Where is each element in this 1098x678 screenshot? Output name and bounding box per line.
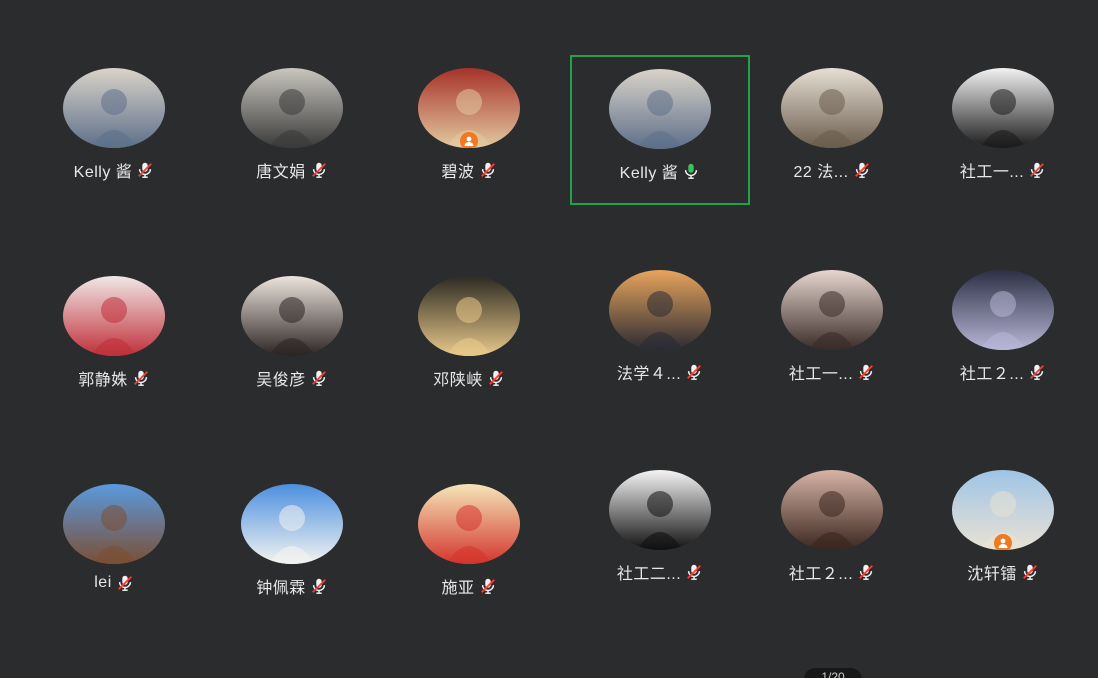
microphone-muted-icon	[857, 363, 875, 381]
microphone-muted-icon	[853, 161, 871, 179]
microphone-muted-icon	[310, 577, 328, 595]
participant-name-row: 法学４...	[617, 360, 703, 384]
participant-avatar	[781, 68, 883, 148]
participant-avatar	[609, 270, 711, 350]
participant-avatar	[241, 276, 343, 356]
participant-name-row: 施亚	[441, 574, 496, 598]
participant-name-row: 社工一...	[960, 158, 1046, 182]
participant-name: 社工２...	[788, 566, 854, 583]
participant-tile[interactable]: 郭静姝	[26, 276, 202, 390]
participant-name-row: 社工一...	[789, 360, 875, 384]
participant-avatar	[63, 68, 165, 148]
microphone-muted-icon	[857, 563, 875, 581]
participant-avatar	[781, 470, 883, 550]
participant-name: 社工一...	[788, 366, 854, 383]
page-indicator-label: 1/20	[821, 670, 845, 678]
participant-tile[interactable]: Kelly 酱	[26, 68, 202, 182]
participant-tile[interactable]: 社工２...	[744, 470, 920, 584]
participant-avatar	[241, 484, 343, 564]
microphone-muted-icon	[116, 574, 134, 592]
participant-name: 社工二...	[616, 566, 682, 583]
participant-tile[interactable]: 碧波	[381, 68, 557, 182]
participant-tile[interactable]: 吴俊彦	[204, 276, 380, 390]
participant-name-row: 郭静姝	[78, 366, 150, 390]
participant-name-row: lei	[94, 574, 134, 592]
participant-name-row: 唐文娟	[256, 158, 328, 182]
participant-tile[interactable]: 法学４...	[572, 270, 748, 384]
participant-name: 社工２...	[959, 366, 1025, 383]
participant-tile[interactable]: lei	[26, 484, 202, 592]
participant-name: 施亚	[441, 580, 475, 597]
microphone-muted-icon	[685, 563, 703, 581]
participant-name: Kelly 酱	[619, 165, 679, 182]
participant-name-row: 社工２...	[789, 560, 875, 584]
participant-tile[interactable]: 社工２...	[915, 270, 1091, 384]
participant-name: 钟佩霖	[256, 580, 306, 597]
participant-name: lei	[94, 574, 112, 591]
participant-name: 碧波	[441, 164, 475, 181]
microphone-muted-icon	[487, 369, 505, 387]
participant-tile[interactable]: 施亚	[381, 484, 557, 598]
participant-tile[interactable]: 邓陕峡	[381, 276, 557, 390]
participant-tile[interactable]: 钟佩霖	[204, 484, 380, 598]
microphone-muted-icon	[136, 161, 154, 179]
participant-name: 22 法...	[793, 164, 849, 181]
participant-name: 法学４...	[616, 366, 682, 383]
participant-name: 社工一...	[959, 164, 1025, 181]
participant-name-row: Kelly 酱	[620, 159, 701, 183]
microphone-muted-icon	[310, 161, 328, 179]
participant-tile[interactable]: 沈轩镭	[915, 470, 1091, 584]
participant-avatar	[241, 68, 343, 148]
participant-name-row: 邓陕峡	[433, 366, 505, 390]
participant-tile[interactable]: 社工一...	[744, 270, 920, 384]
page-indicator[interactable]: 1/20	[804, 668, 862, 678]
participant-avatar	[952, 470, 1054, 550]
participant-avatar	[418, 276, 520, 356]
participant-avatar	[609, 470, 711, 550]
microphone-muted-icon	[1028, 363, 1046, 381]
participant-tile[interactable]: 22 法...	[744, 68, 920, 182]
participant-avatar	[418, 484, 520, 564]
participant-name-row: 碧波	[441, 158, 496, 182]
host-badge-icon	[460, 132, 478, 148]
microphone-muted-icon	[132, 369, 150, 387]
microphone-muted-icon	[1021, 563, 1039, 581]
microphone-on-icon	[682, 162, 700, 180]
participant-name-row: 吴俊彦	[256, 366, 328, 390]
participant-name-row: 22 法...	[793, 158, 870, 182]
participant-tile[interactable]: Kelly 酱	[570, 55, 750, 205]
participant-name-row: 钟佩霖	[256, 574, 328, 598]
microphone-muted-icon	[479, 577, 497, 595]
participant-name-row: 社工２...	[960, 360, 1046, 384]
participant-tile[interactable]: 社工二...	[572, 470, 748, 584]
microphone-muted-icon	[310, 369, 328, 387]
microphone-muted-icon	[1028, 161, 1046, 179]
participant-name: 唐文娟	[256, 164, 306, 181]
microphone-muted-icon	[479, 161, 497, 179]
participant-tile[interactable]: 唐文娟	[204, 68, 380, 182]
participant-name: 邓陕峡	[433, 372, 483, 389]
participant-tile[interactable]: 社工一...	[915, 68, 1091, 182]
participant-name: 吴俊彦	[256, 372, 306, 389]
participant-name: 沈轩镭	[967, 566, 1017, 583]
participant-avatar	[63, 484, 165, 564]
participant-avatar	[63, 276, 165, 356]
participant-avatar	[418, 68, 520, 148]
participant-name-row: 社工二...	[617, 560, 703, 584]
participant-name-row: 沈轩镭	[967, 560, 1039, 584]
participant-name: 郭静姝	[78, 372, 128, 389]
participant-avatar	[952, 68, 1054, 148]
host-badge-icon	[994, 534, 1012, 550]
participant-avatar	[781, 270, 883, 350]
participant-name: Kelly 酱	[73, 164, 133, 181]
participant-avatar	[609, 69, 711, 149]
participant-avatar	[952, 270, 1054, 350]
participant-name-row: Kelly 酱	[74, 158, 155, 182]
meeting-gallery: Kelly 酱 唐文娟 碧波 Kelly 酱 22 法... 社工一... 郭静…	[0, 0, 1098, 678]
microphone-muted-icon	[685, 363, 703, 381]
